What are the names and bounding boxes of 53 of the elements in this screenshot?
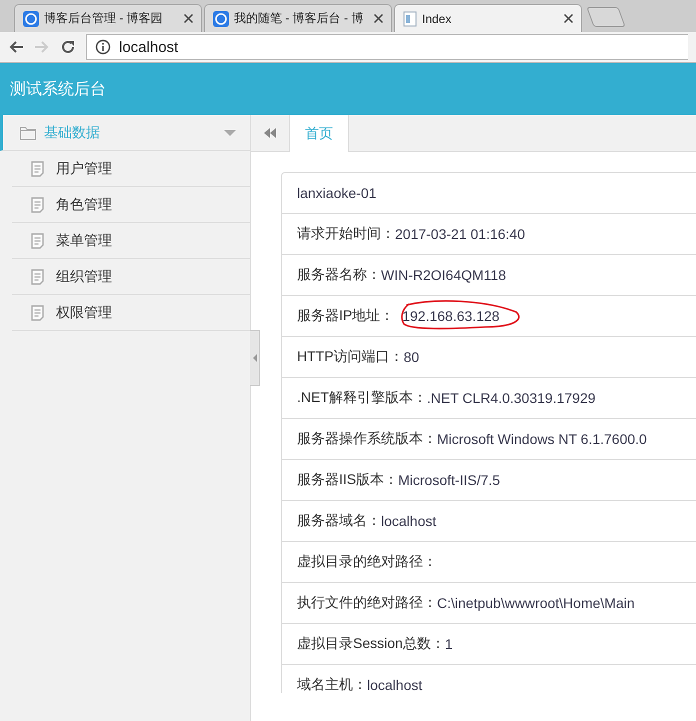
browser-tab[interactable]: 博客后台管理 - 博客园 bbox=[14, 4, 202, 32]
document-icon bbox=[31, 196, 44, 212]
info-label: 服务器IP地址： bbox=[297, 307, 394, 325]
menu-item[interactable]: 权限管理 bbox=[12, 295, 250, 331]
close-icon[interactable] bbox=[564, 14, 573, 23]
info-value: C:\inetpub\wwwroot\Home\Main bbox=[437, 595, 635, 611]
site-logo-icon bbox=[23, 10, 39, 26]
collapse-handle[interactable] bbox=[250, 330, 260, 386]
close-icon[interactable] bbox=[374, 14, 383, 23]
document-icon bbox=[31, 160, 44, 176]
page-icon bbox=[403, 10, 417, 26]
site-logo-icon bbox=[213, 10, 229, 26]
back-icon[interactable] bbox=[8, 39, 24, 55]
info-label: .NET解释引擎版本： bbox=[297, 389, 427, 407]
caret-down-icon bbox=[224, 130, 236, 136]
info-label: 服务器名称： bbox=[297, 266, 381, 284]
app-title: 测试系统后台 bbox=[10, 80, 106, 100]
document-icon bbox=[31, 268, 44, 284]
info-value: 2017-03-21 01:16:40 bbox=[395, 226, 525, 242]
address-field[interactable]: localhost bbox=[86, 34, 688, 60]
info-label: 虚拟目录Session总数： bbox=[297, 635, 445, 653]
info-label: HTTP访问端口： bbox=[297, 348, 404, 366]
info-value: 192.168.63.128 bbox=[402, 308, 500, 324]
info-value: Microsoft-IIS/7.5 bbox=[398, 472, 500, 488]
double-arrow-left-icon bbox=[264, 128, 276, 138]
document-icon bbox=[31, 232, 44, 248]
info-value: 80 bbox=[404, 349, 420, 365]
menu-item[interactable]: 组织管理 bbox=[12, 259, 250, 295]
info-value: .NET CLR4.0.30319.17929 bbox=[426, 390, 596, 406]
menu-item[interactable]: 菜单管理 bbox=[12, 223, 250, 259]
info-value: WIN-R2OI64QM118 bbox=[381, 267, 506, 283]
info-label: 服务器域名： bbox=[297, 512, 381, 530]
caret-left-icon bbox=[252, 354, 256, 362]
info-value: Microsoft Windows NT 6.1.7600.0 bbox=[437, 431, 647, 447]
folder-icon bbox=[20, 126, 36, 140]
close-icon[interactable] bbox=[184, 14, 193, 23]
info-label: 虚拟目录的绝对路径： bbox=[297, 553, 437, 571]
info-label: 执行文件的绝对路径： bbox=[297, 594, 437, 612]
info-label: 服务器操作系统版本： bbox=[297, 430, 437, 448]
menu-item[interactable]: 角色管理 bbox=[12, 187, 250, 223]
document-icon bbox=[31, 304, 44, 320]
info-label: 域名主机： bbox=[297, 676, 367, 693]
info-value: 1 bbox=[444, 636, 453, 652]
menu-item[interactable]: 用户管理 bbox=[12, 151, 250, 187]
info-value: lanxiaoke-01 bbox=[297, 185, 376, 201]
reload-icon[interactable] bbox=[60, 39, 76, 55]
browser-tab[interactable]: 我的随笔 - 博客后台 - 博 bbox=[204, 4, 392, 32]
info-value: localhost bbox=[381, 513, 436, 529]
info-label: 请求开始时间： bbox=[297, 225, 395, 243]
info-icon bbox=[95, 39, 111, 55]
info-value: localhost bbox=[367, 677, 422, 693]
browser-tab[interactable]: Index bbox=[394, 4, 582, 32]
info-label: 服务器IIS版本： bbox=[297, 471, 398, 489]
